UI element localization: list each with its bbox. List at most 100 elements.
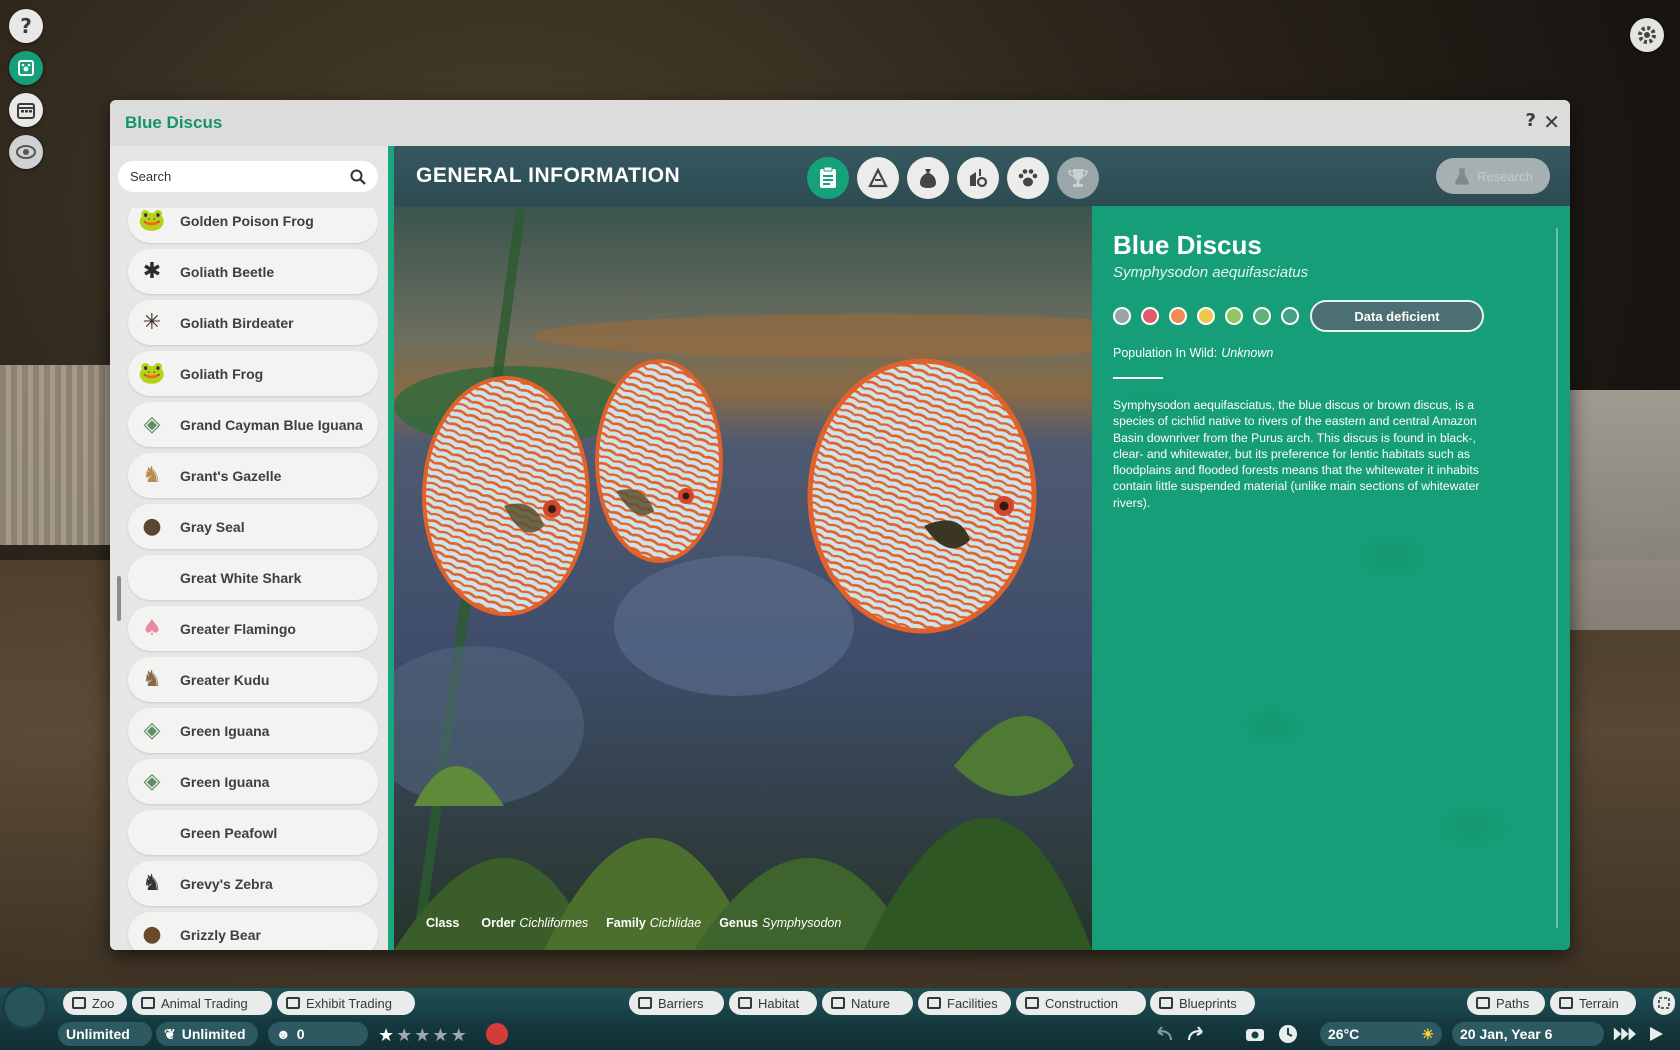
tab-enrichment[interactable] <box>957 157 999 199</box>
tab-diet[interactable] <box>907 157 949 199</box>
info-scrollbar[interactable] <box>1556 228 1558 928</box>
list-item[interactable]: ♞ Grant's Gazelle <box>128 453 378 498</box>
research-label: Research <box>1477 168 1533 184</box>
list-item[interactable]: ◈ Green Iguana <box>128 759 378 804</box>
toolbar-tab-label: Habitat <box>758 995 800 1011</box>
toolbar-tab-exhibit-trading[interactable]: Exhibit Trading <box>277 991 415 1015</box>
list-item[interactable]: ♞ Grevy's Zebra <box>128 861 378 906</box>
window-help-button[interactable]: ? <box>1526 110 1536 131</box>
research-points-display: ❦ Unlimited <box>156 1022 258 1046</box>
conservation-status-badge: Data deficient <box>1310 300 1484 332</box>
calendar-button[interactable] <box>9 93 43 127</box>
list-item[interactable]: ✳ Goliath Birdeater <box>128 300 378 345</box>
undo-button[interactable] <box>1152 1022 1176 1046</box>
close-icon[interactable]: ✕ <box>1543 110 1560 134</box>
sun-icon: ☀ <box>1421 1025 1434 1042</box>
rating-star-icon: ★ <box>378 1024 395 1046</box>
list-item[interactable]: ♞ Greater Kudu <box>128 657 378 702</box>
flask-icon <box>1455 168 1469 185</box>
barrier-icon <box>638 997 652 1009</box>
clock-icon <box>1279 1025 1297 1043</box>
tab-behaviour[interactable] <box>1007 157 1049 199</box>
iguana-icon: ◈ <box>143 718 161 743</box>
list-item[interactable]: 🐸 Golden Poison Frog <box>128 208 378 243</box>
settings-button[interactable] <box>1630 18 1664 52</box>
window-title: Blue Discus <box>125 113 223 132</box>
conservation-status-scale <box>1113 307 1299 325</box>
list-item[interactable]: ◈ Grand Cayman Blue Iguana <box>128 402 378 447</box>
tab-habitat[interactable] <box>857 157 899 199</box>
toolbar-tab-terrain[interactable]: Terrain <box>1550 991 1636 1015</box>
toolbar-tab-blueprints[interactable]: Blueprints <box>1150 991 1255 1015</box>
play-button[interactable] <box>1644 1022 1668 1046</box>
list-item[interactable]: ● Gray Seal <box>128 504 378 549</box>
background-fence <box>0 365 115 545</box>
toolbar-tab-construction[interactable]: Construction <box>1016 991 1146 1015</box>
toolbar-tab-animal-trading[interactable]: Animal Trading <box>132 991 272 1015</box>
status-dot <box>1225 307 1243 325</box>
toolbar-tab-zoo[interactable]: Zoo <box>63 991 127 1015</box>
list-item[interactable]: 🐸 Goliath Frog <box>128 351 378 396</box>
genus-value: Symphysodon <box>762 916 842 930</box>
content-panel: GENERAL INFORMATION Research Class Order… <box>394 146 1570 950</box>
rating-star-icon: ★ <box>414 1024 431 1046</box>
list-scrollbar[interactable] <box>117 576 121 621</box>
fast-forward-button[interactable] <box>1612 1022 1636 1046</box>
toolbar-tab-facilities[interactable]: Facilities <box>918 991 1011 1015</box>
status-dot <box>1253 307 1271 325</box>
camera-view-button[interactable] <box>9 135 43 169</box>
rating-star-icon: ★ <box>396 1024 413 1046</box>
toolbar-tab-paths[interactable]: Paths <box>1467 991 1545 1015</box>
path-icon <box>1476 997 1490 1009</box>
toolbar-tab-label: Blueprints <box>1179 995 1237 1011</box>
taxonomy-family: Family Cichlidae <box>606 916 701 930</box>
status-dot <box>1141 307 1159 325</box>
list-item[interactable]: ● Grizzly Bear <box>128 912 378 950</box>
discus-photo-illustration <box>394 206 1092 950</box>
toolbar-tab-barriers[interactable]: Barriers <box>629 991 724 1015</box>
status-dot <box>1197 307 1215 325</box>
redo-icon <box>1187 1026 1203 1041</box>
rating-star-icon: ★ <box>432 1024 449 1046</box>
hide-ui-button[interactable] <box>1653 991 1675 1015</box>
scientific-name: Symphysodon aequifasciatus <box>1113 264 1309 281</box>
research-button[interactable]: Research <box>1436 158 1550 194</box>
research-points-value: Unlimited <box>181 1026 246 1042</box>
order-value: Cichliformes <box>519 916 589 930</box>
bear-icon: ● <box>142 922 162 947</box>
list-item[interactable]: ✱ Goliath Beetle <box>128 249 378 294</box>
toolbar-tab-habitat[interactable]: Habitat <box>729 991 817 1015</box>
animal-name: Golden Poison Frog <box>180 212 314 229</box>
animal-list[interactable]: 🐸 Golden Poison Frog ✱ Goliath Beetle ✳ Golia… <box>110 208 388 950</box>
tab-achievements[interactable] <box>1057 157 1099 199</box>
search-icon <box>350 169 366 185</box>
divider <box>1113 377 1163 379</box>
paw-icon <box>141 997 155 1009</box>
redo-button[interactable] <box>1184 1022 1208 1046</box>
search-input[interactable]: Search <box>118 161 378 192</box>
camera-button[interactable] <box>1243 1022 1267 1046</box>
toolbar-tab-nature[interactable]: Nature <box>822 991 913 1015</box>
frog-icon: 🐸 <box>138 361 166 386</box>
animal-list-sidebar: Search 🐸 Golden Poison Frog ✱ Goliath Beetl… <box>110 146 388 950</box>
leaf-icon: ❦ <box>164 1025 176 1042</box>
taxonomy-genus: Genus Symphysodon <box>719 916 841 930</box>
population-in-wild: Population In Wild: Unknown <box>1113 346 1273 360</box>
help-button[interactable]: ? <box>9 9 43 43</box>
animal-name: Grand Cayman Blue Iguana <box>180 416 363 433</box>
family-label: Family <box>606 916 646 930</box>
list-item[interactable]: Green Peafowl <box>128 810 378 855</box>
content-header: GENERAL INFORMATION Research <box>394 146 1570 206</box>
animal-name: Green Iguana <box>180 773 270 790</box>
tab-general-info[interactable] <box>807 157 849 199</box>
animal-name: Goliath Beetle <box>180 263 275 280</box>
list-item[interactable]: ♠ Greater Flamingo <box>128 606 378 651</box>
list-item[interactable]: ◈ Green Iguana <box>128 708 378 753</box>
animal-name: Goliath Frog <box>180 365 264 382</box>
animal-codex-button[interactable] <box>9 51 43 85</box>
time-button[interactable] <box>1276 1022 1300 1046</box>
minimap-button[interactable] <box>2 984 48 1030</box>
trophy-icon <box>1068 169 1088 187</box>
date-value: 20 Jan, Year 6 <box>1460 1026 1553 1042</box>
list-item[interactable]: Great White Shark <box>128 555 378 600</box>
